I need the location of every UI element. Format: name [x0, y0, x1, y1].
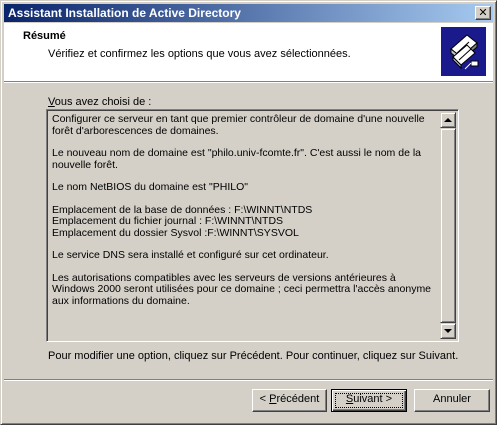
summary-label: Vous avez choisi de : [48, 96, 152, 108]
books-wizard-icon [441, 27, 486, 76]
summary-paragraph: Les autorisations compatibles avec les s… [52, 271, 432, 307]
next-button[interactable]: Suivant > [331, 389, 407, 412]
arrow-down-icon [444, 329, 452, 333]
summary-line: Emplacement du dossier Sysvol :F:\WINNT\… [52, 226, 299, 239]
instructions-text: Pour modifier une option, cliquez sur Pr… [48, 350, 459, 362]
scroll-down-button[interactable] [440, 323, 456, 339]
window-title: Assistant Installation de Active Directo… [8, 6, 241, 20]
summary-textbox[interactable]: Configurer ce serveur en tant que premie… [46, 109, 459, 342]
footer-divider [4, 379, 493, 381]
summary-paragraph: Le nouveau nom de domaine est "philo.uni… [52, 147, 421, 171]
summary-paragraph: Le nom NetBIOS du domaine est "PHILO" [52, 181, 248, 193]
vertical-scrollbar[interactable] [440, 112, 456, 339]
arrow-up-icon [444, 118, 452, 122]
cancel-button[interactable]: Annuler [414, 389, 490, 412]
scroll-up-button[interactable] [440, 112, 456, 128]
header-divider [4, 81, 493, 83]
close-icon: ✕ [478, 6, 488, 19]
page-subtitle: Vérifiez et confirmez les options que vo… [48, 48, 351, 60]
summary-paragraph: Configurer ce serveur en tant que premie… [52, 114, 425, 137]
summary-line: Emplacement du fichier journal : F:\WINN… [52, 215, 284, 227]
close-button[interactable]: ✕ [475, 6, 491, 20]
summary-text: Configurer ce serveur en tant que premie… [52, 114, 440, 339]
wizard-window: Assistant Installation de Active Directo… [0, 0, 497, 425]
page-title: Résumé [23, 30, 66, 42]
title-bar[interactable]: Assistant Installation de Active Directo… [4, 4, 493, 22]
summary-paragraph: Le service DNS sera installé et configur… [52, 249, 329, 261]
scrollbar-thumb[interactable] [440, 128, 456, 323]
wizard-header: Résumé Vérifiez et confirmez les options… [4, 23, 493, 81]
previous-button[interactable]: < Précédent [252, 389, 327, 412]
